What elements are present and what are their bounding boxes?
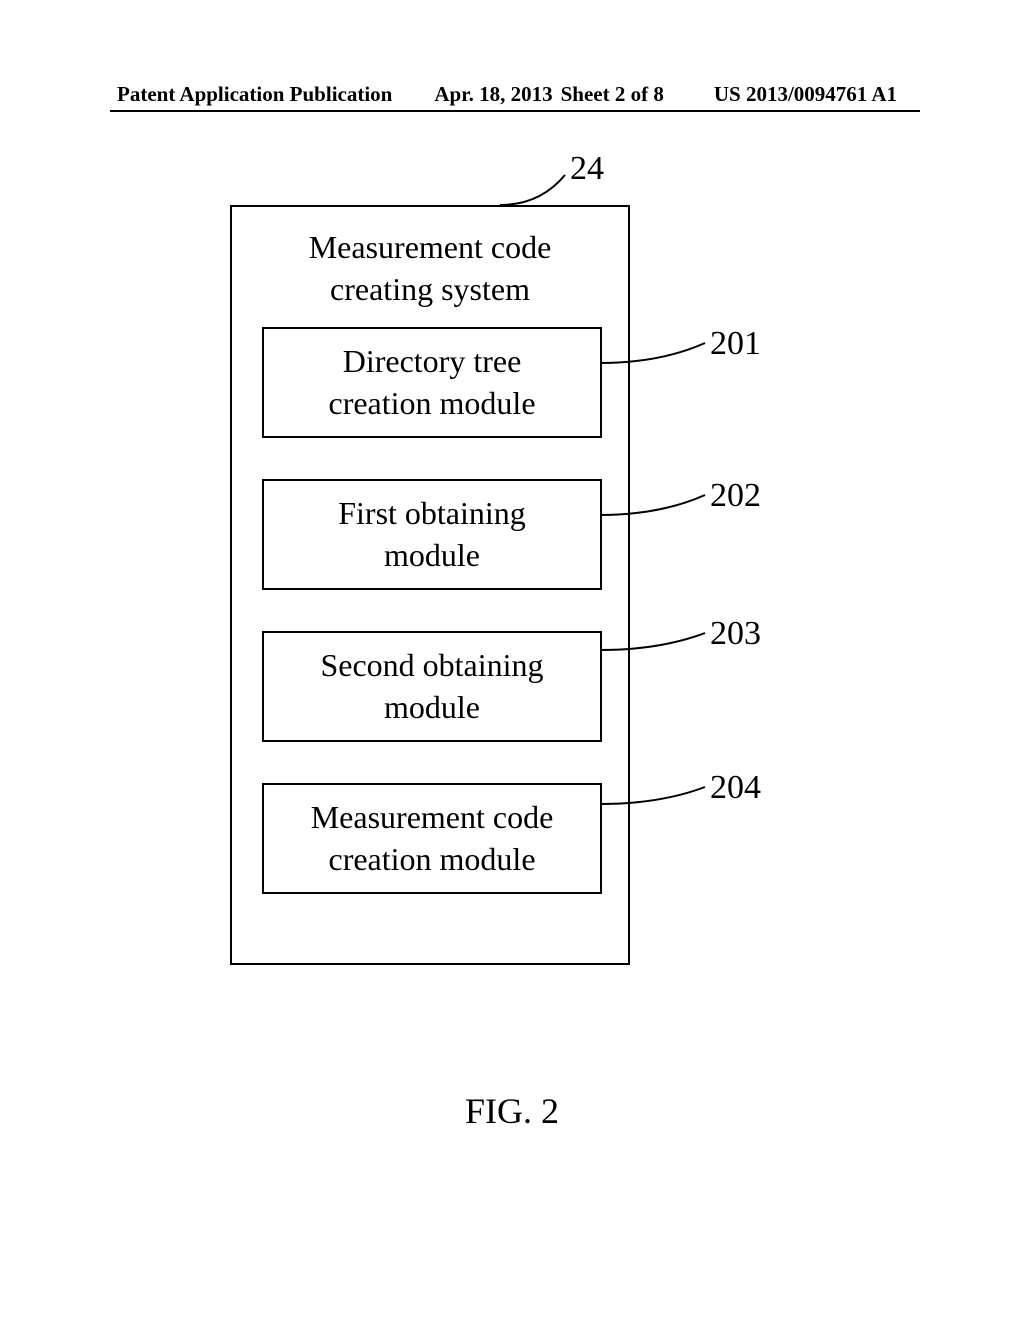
figure-area: 24 Measurement code creating system Dire…: [0, 150, 1024, 1050]
system-title: Measurement code creating system: [232, 227, 628, 310]
leader-line-icon: [600, 630, 710, 655]
system-title-line2: creating system: [330, 271, 530, 307]
module-label-line1: Second obtaining: [320, 647, 543, 683]
system-title-line1: Measurement code: [309, 229, 552, 265]
module-label-line1: Measurement code: [311, 799, 554, 835]
page-header: Patent Application Publication Apr. 18, …: [0, 82, 1024, 107]
system-box: Measurement code creating system Directo…: [230, 205, 630, 965]
module-label-line2: module: [384, 689, 480, 725]
figure-caption: FIG. 2: [0, 1090, 1024, 1132]
module-box-204: Measurement code creation module: [262, 783, 602, 894]
module-label-line1: First obtaining: [338, 495, 526, 531]
module-box-201: Directory tree creation module: [262, 327, 602, 438]
module-ref-label: 204: [710, 769, 761, 807]
module-ref-label: 202: [710, 477, 761, 515]
publication-type: Patent Application Publication: [117, 82, 392, 107]
sheet-number: Sheet 2 of 8: [561, 82, 664, 107]
module-box-202: First obtaining module: [262, 479, 602, 590]
system-ref-label: 24: [570, 150, 604, 188]
header-rule: [110, 110, 920, 112]
leader-line-icon: [600, 784, 710, 809]
module-ref-label: 201: [710, 325, 761, 363]
leader-line-icon: [600, 490, 710, 520]
module-label-line2: module: [384, 537, 480, 573]
publication-number: US 2013/0094761 A1: [714, 82, 897, 107]
leader-line-icon: [500, 170, 570, 210]
module-box-203: Second obtaining module: [262, 631, 602, 742]
module-label-line2: creation module: [328, 385, 535, 421]
module-label-line1: Directory tree: [343, 343, 522, 379]
module-label-line2: creation module: [328, 841, 535, 877]
leader-line-icon: [600, 338, 710, 368]
module-ref-label: 203: [710, 615, 761, 653]
publication-date: Apr. 18, 2013: [434, 82, 552, 107]
